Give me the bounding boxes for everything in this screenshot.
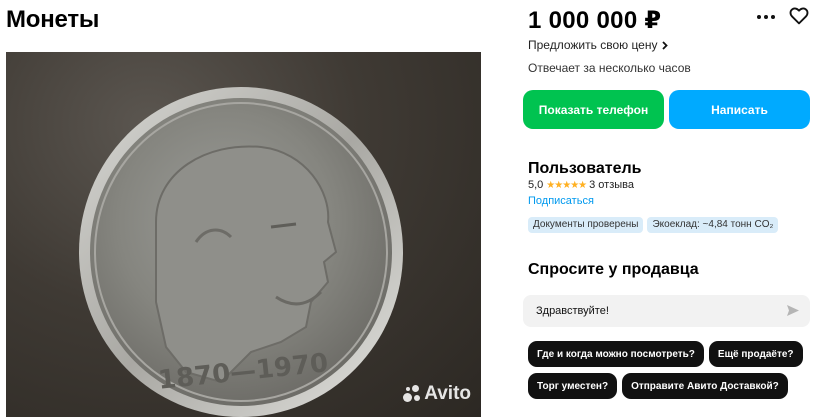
avito-logo-icon xyxy=(403,385,421,403)
rating-value: 5,0 xyxy=(528,179,544,191)
quick-questions: Где и когда можно посмотреть? Ещё продаё… xyxy=(528,341,808,399)
send-icon[interactable] xyxy=(786,304,800,317)
offer-price-link[interactable]: Предложить свою цену xyxy=(528,38,668,52)
rating-stars-icon: ★★★★★ xyxy=(546,179,587,191)
badge-documents-verified[interactable]: Документы проверены xyxy=(528,217,644,233)
reviews-count: 3 отзыва xyxy=(589,179,635,191)
avito-watermark: Avito xyxy=(403,383,471,405)
listing-photo[interactable]: 1870—1970 Avito xyxy=(6,52,481,417)
watermark-text: Avito xyxy=(424,383,471,404)
more-dots-icon[interactable] xyxy=(757,12,777,22)
message-input-value: Здравствуйте! xyxy=(536,305,609,317)
heart-icon[interactable] xyxy=(789,7,809,25)
subscribe-link[interactable]: Подписаться xyxy=(528,195,594,207)
quick-question-still-selling[interactable]: Ещё продаёте? xyxy=(708,341,803,367)
listing-title: Монеты xyxy=(6,6,100,33)
quick-question-bargain[interactable]: Торг уместен? xyxy=(528,373,618,399)
response-time: Отвечает за несколько часов xyxy=(528,61,691,75)
seller-badges: Документы проверены Экоеклад: ~4,84 тонн… xyxy=(528,217,779,233)
price: 1 000 000 ₽ xyxy=(528,7,662,34)
seller-name[interactable]: Пользователь xyxy=(528,160,641,178)
write-message-button[interactable]: Написать xyxy=(669,90,810,129)
quick-question-where-when[interactable]: Где и когда можно посмотреть? xyxy=(528,341,704,367)
show-phone-button[interactable]: Показать телефон xyxy=(523,90,664,129)
seller-rating[interactable]: 5,0 ★★★★★ 3 отзыва xyxy=(528,179,634,191)
badge-eco-contribution[interactable]: Экоеклад: ~4,84 тонн CO₂ xyxy=(647,217,779,233)
quick-question-delivery[interactable]: Отправите Авито Доставкой? xyxy=(622,373,788,399)
coin-image: 1870—1970 xyxy=(79,87,403,417)
chevron-right-icon xyxy=(661,40,668,50)
offer-price-label: Предложить свою цену xyxy=(528,38,658,52)
message-input[interactable]: Здравствуйте! xyxy=(523,295,810,327)
ask-seller-heading: Спросите у продавца xyxy=(528,261,699,278)
